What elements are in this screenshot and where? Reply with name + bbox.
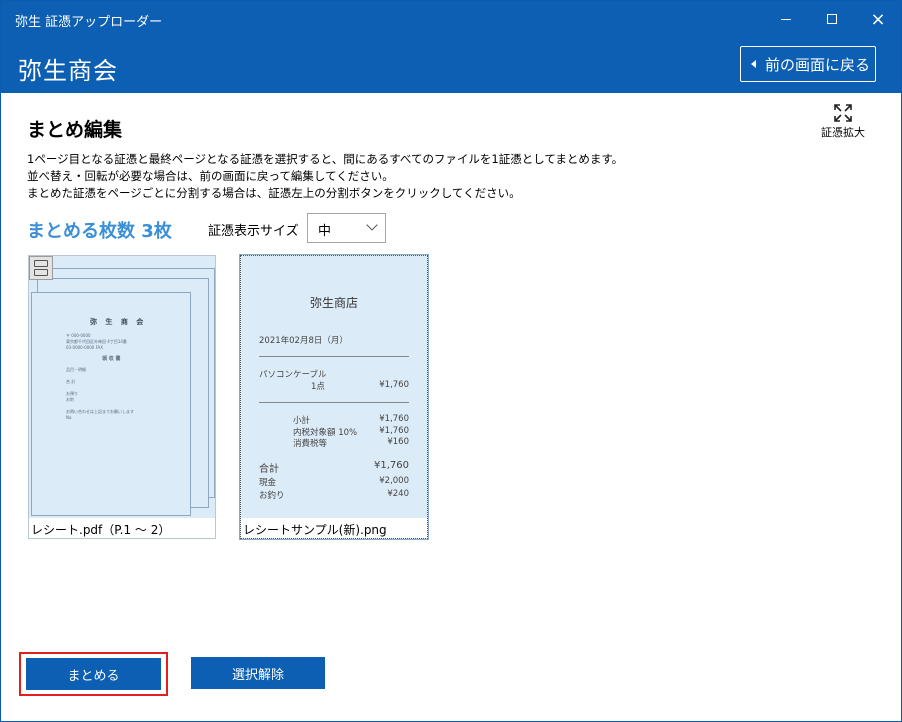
preview-line: お問い合わせは上記までお願いします [66, 409, 134, 414]
expand-label: 証憑拡大 [821, 126, 865, 139]
receipt-subtotal-row: 小計 ¥1,760 [259, 414, 409, 426]
preview-title: 弥 生 商 会 [90, 318, 147, 326]
display-size-select[interactable]: 中 [307, 213, 386, 243]
preview-line: お釣 [66, 397, 74, 402]
receipt-item-row: 1点 ¥1,760 [259, 380, 409, 392]
expand-icon [834, 104, 852, 122]
back-button[interactable]: 前の画面に戻る [740, 46, 876, 82]
receipt-tax-label: 消費税等 [293, 439, 328, 449]
preview-line: 03-0000-0000 FAX [66, 345, 104, 350]
receipt-change: ¥240 [387, 489, 409, 499]
receipt-item-price: ¥1,760 [379, 380, 409, 390]
minimize-icon [781, 18, 791, 20]
receipt-item-name: パソコンケーブル [259, 370, 327, 380]
clear-selection-button[interactable]: 選択解除 [191, 657, 325, 689]
receipt-change-row: お釣り ¥240 [259, 489, 409, 501]
split-button[interactable] [29, 256, 53, 280]
preview-heading: 領 収 書 [102, 356, 121, 362]
page-sheet: 弥 生 商 会 〒 000-0000 東京都千代田区外神田 4丁目14番 03-… [31, 292, 191, 516]
thumbnail-card[interactable]: 弥 生 商 会 〒 000-0000 東京都千代田区外神田 4丁目14番 03-… [28, 255, 216, 539]
display-size-label: 証憑表示サイズ [208, 224, 299, 239]
receipt-cash-row: 現金 ¥2,000 [259, 476, 409, 488]
split-icon-bottom [34, 269, 48, 276]
receipt-total-label: 合計 [259, 464, 279, 475]
close-icon: × [870, 8, 886, 30]
close-button[interactable]: × [855, 1, 901, 37]
chevron-down-icon [366, 219, 378, 231]
receipt-store: 弥生商店 [309, 296, 358, 310]
title-bar: 弥生 証憑アップローダー × [1, 1, 901, 37]
thumbnail-caption: レシート.pdf（P.1 ～ 2） [29, 518, 215, 538]
receipt-subtotal: ¥1,760 [379, 414, 409, 424]
back-button-label: 前の画面に戻る [765, 55, 871, 74]
window-title: 弥生 証憑アップローダー [15, 15, 163, 30]
receipt-date: 2021年02月8日（月） [259, 336, 348, 346]
app-window: 弥生 証憑アップローダー × 弥生商会 前の画面に戻る まとめ編集 証憑拡大 1… [0, 0, 902, 722]
receipt-cash: ¥2,000 [379, 476, 409, 486]
merge-count-label: まとめる枚数 3枚 [27, 221, 172, 242]
maximize-icon [827, 14, 837, 24]
split-icon-top [34, 260, 48, 267]
instruction-line: 並べ替え・回転が必要な場合は、前の画面に戻って編集してください。 [27, 169, 394, 183]
receipt-total-row: 合計 ¥1,760 [259, 460, 409, 475]
receipt-divider [259, 402, 409, 403]
receipt-item-qty: 1点 [311, 382, 325, 392]
receipt-cash-label: 現金 [259, 478, 277, 488]
receipt-total: ¥1,760 [374, 460, 409, 471]
instruction-line: 1ページ目となる証憑と最終ページとなる証憑を選択すると、間にあるすべてのファイル… [27, 152, 624, 166]
receipt-subtotal-label: 小計 [293, 416, 311, 426]
instructions: 1ページ目となる証憑と最終ページとなる証憑を選択すると、間にあるすべてのファイル… [27, 151, 623, 202]
receipt-tax-row: 消費税等 ¥160 [259, 437, 409, 449]
maximize-button[interactable] [809, 1, 855, 37]
company-name: 弥生商会 [18, 57, 118, 85]
header-bar: 弥生商会 前の画面に戻る [1, 37, 901, 93]
receipt-tax: ¥160 [387, 437, 409, 447]
merge-button[interactable]: まとめる [26, 658, 161, 690]
minimize-button[interactable] [763, 1, 809, 37]
thumbnail-caption: レシートサンプル(新).png [241, 518, 427, 538]
instruction-line: まとめた証憑をページごとに分割する場合は、証憑左上の分割ボタンをクリックしてくだ… [27, 186, 521, 200]
section-title: まとめ編集 [27, 119, 123, 141]
preview-line: 合 計 [66, 379, 76, 384]
preview-line: 品目・明細 [66, 367, 86, 372]
expand-button[interactable]: 証憑拡大 [813, 104, 873, 140]
receipt-change-label: お釣り [259, 491, 285, 501]
thumbnail-card[interactable]: 弥生商店 2021年02月8日（月） パソコンケーブル 1点 ¥1,760 小計… [239, 254, 429, 540]
receipt-divider [259, 356, 409, 357]
back-arrow-icon [751, 60, 756, 68]
display-size-value: 中 [318, 224, 332, 239]
preview-line: No. [66, 415, 73, 420]
